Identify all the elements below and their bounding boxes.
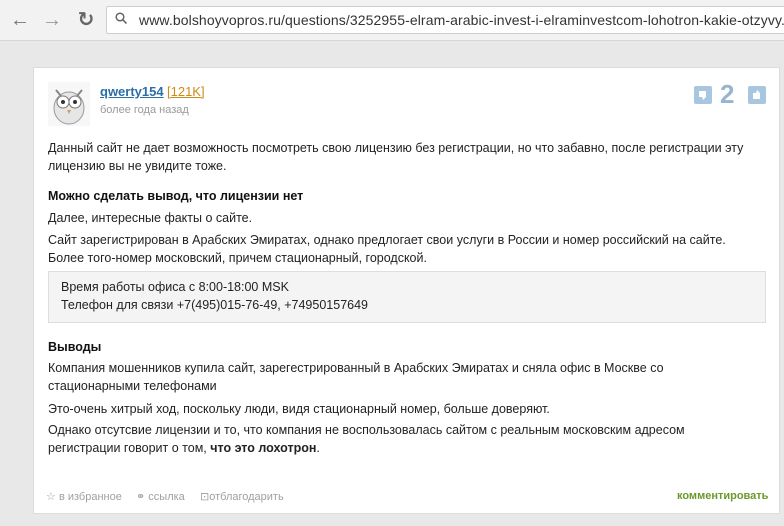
- paragraph-line: Однако отсутсвие лицензии и то, что комп…: [48, 423, 685, 437]
- back-button[interactable]: ←: [8, 8, 32, 32]
- text-span: .: [316, 441, 320, 455]
- answer-paragraph-5: Это-очень хитрый ход, поскольку люди, ви…: [48, 402, 550, 416]
- paragraph-line: лицензию вы не увидите тоже.: [48, 159, 227, 173]
- answer-paragraph-3: Сайт зарегистрирован в Арабских Эмиратах…: [48, 231, 768, 267]
- comment-button[interactable]: комментировать: [677, 490, 768, 502]
- post-time: более года назад: [100, 104, 189, 116]
- answer-paragraph-4: Компания мошенников купила сайт, зарегес…: [48, 359, 768, 395]
- browser-toolbar: ← → ↻ www.bolshoyvopros.ru/questions/325…: [0, 0, 784, 41]
- thumbs-up-icon: [753, 90, 760, 99]
- paragraph-line: регистрации говорит о том, что это лохот…: [48, 439, 768, 457]
- answer-paragraph-6: Однако отсутсвие лицензии и то, что комп…: [48, 421, 768, 457]
- vote-up-button[interactable]: [748, 86, 766, 104]
- conclusion-heading: Можно сделать вывод, что лицензии нет: [48, 189, 304, 203]
- favorite-label: в избранное: [58, 491, 122, 503]
- reload-button[interactable]: ↻: [74, 8, 98, 32]
- link-icon: ⚭: [136, 491, 146, 503]
- share-link[interactable]: ⚭ ссылка: [136, 490, 185, 503]
- quote-line: Телефон для связи +7(495)015-76-49, +749…: [61, 298, 369, 312]
- url-text: www.bolshoyvopros.ru/questions/3252955-e…: [139, 12, 784, 28]
- paragraph-line: Компания мошенников купила сайт, зарегес…: [48, 361, 664, 375]
- star-icon: ☆: [46, 491, 56, 503]
- address-bar[interactable]: www.bolshoyvopros.ru/questions/3252955-e…: [106, 6, 784, 34]
- summary-heading: Выводы: [48, 340, 102, 354]
- gift-icon: ⊡: [200, 491, 210, 503]
- answer-paragraph-1: Данный сайт не дает возможность посмотре…: [48, 139, 768, 175]
- answer-card: qwerty154 [121K] более года назад 2 Данн…: [33, 67, 780, 514]
- vote-count: 2: [720, 79, 735, 109]
- emphasis-text: что это лохотрон: [210, 441, 317, 455]
- avatar[interactable]: [48, 82, 90, 126]
- thumbs-down-icon: [699, 91, 706, 100]
- forward-button[interactable]: →: [40, 8, 64, 32]
- paragraph-line: Более того-номер московский, причем стац…: [48, 251, 427, 265]
- share-label: ссылка: [148, 491, 185, 503]
- favorite-link[interactable]: ☆ в избранное: [46, 490, 122, 503]
- thank-link[interactable]: ⊡отблагодарить: [200, 490, 284, 503]
- paragraph-line: Сайт зарегистрирован в Арабских Эмиратах…: [48, 233, 726, 247]
- text-span: регистрации говорит о том,: [48, 441, 211, 455]
- karma-badge[interactable]: [121K]: [167, 84, 205, 99]
- paragraph-line: стационарными телефонами: [48, 379, 217, 393]
- vote-down-button[interactable]: [694, 86, 712, 104]
- username-link[interactable]: qwerty154: [100, 84, 164, 99]
- quote-line: Время работы офиса с 8:00-18:00 MSK: [61, 280, 289, 294]
- quote-block: Время работы офиса с 8:00-18:00 MSK Теле…: [48, 271, 766, 323]
- paragraph-line: Данный сайт не дает возможность посмотре…: [48, 141, 744, 155]
- thank-label: отблагодарить: [209, 491, 284, 503]
- answer-paragraph-2: Далее, интересные факты о сайте.: [48, 211, 253, 225]
- search-icon: [115, 12, 127, 24]
